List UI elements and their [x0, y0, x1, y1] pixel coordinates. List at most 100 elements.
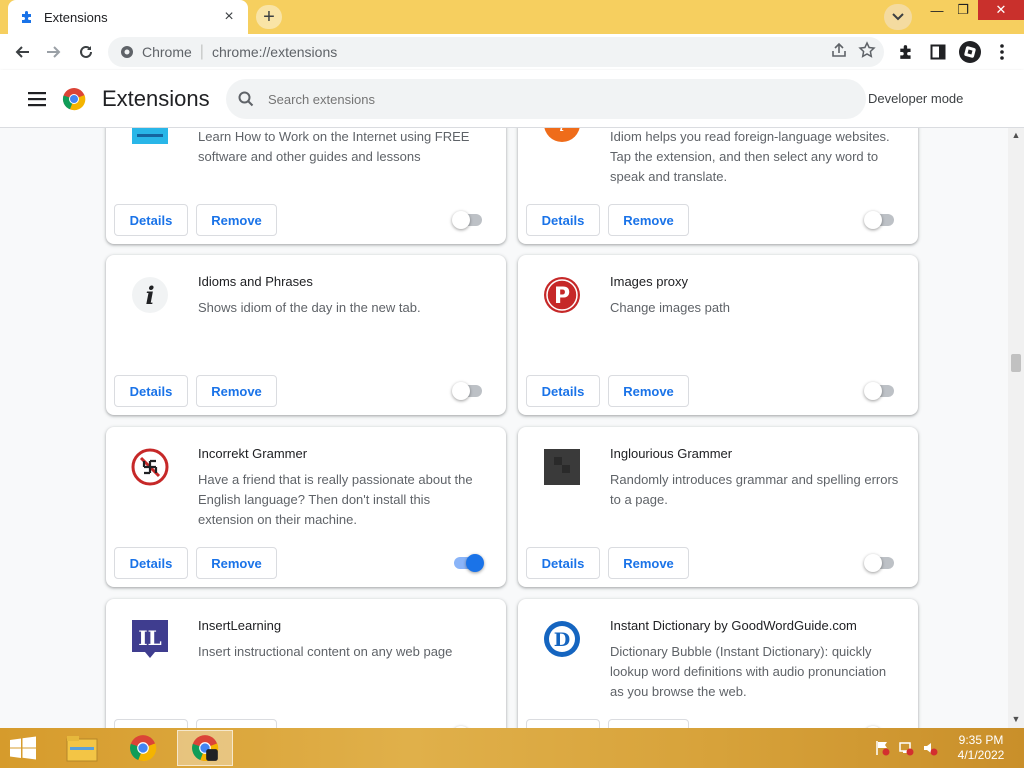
extension-name: Instant Dictionary by GoodWordGuide.com	[610, 618, 857, 633]
details-button[interactable]: Details	[114, 547, 188, 579]
toggle-knob	[452, 382, 470, 400]
kebab-menu-icon	[1000, 44, 1004, 60]
page-title: Extensions	[102, 86, 210, 111]
extension-card: i Idiom helps you read foreign-language …	[518, 128, 918, 244]
extension-description: Insert instructional content on any web …	[198, 644, 453, 659]
remove-button[interactable]: Remove	[196, 719, 277, 728]
chrome-site-icon	[121, 46, 133, 58]
address-bar[interactable]: Chrome | chrome://extensions	[108, 37, 884, 67]
network-icon[interactable]	[898, 740, 914, 756]
share-icon[interactable]	[830, 41, 848, 59]
extension-name: Inglourious Grammer	[610, 446, 733, 461]
chevron-down-icon	[892, 13, 904, 21]
images-proxy-p-icon: P	[542, 275, 582, 315]
windows-start-icon[interactable]	[8, 736, 38, 760]
details-button[interactable]: Details	[526, 375, 600, 407]
extension-name: InsertLearning	[198, 618, 282, 633]
extension-enable-toggle[interactable]	[864, 211, 896, 229]
details-button[interactable]: Details	[114, 375, 188, 407]
extension-card: Inglourious Grammer Randomly introduces …	[518, 427, 918, 587]
search-input[interactable]	[268, 91, 828, 107]
reload-button[interactable]	[74, 40, 98, 64]
volume-muted-icon[interactable]	[922, 740, 938, 756]
browser-menu-button[interactable]	[990, 40, 1014, 64]
extension-enable-toggle[interactable]	[452, 211, 484, 229]
svg-text:D: D	[554, 629, 570, 651]
scrollbar-thumb[interactable]	[1011, 354, 1021, 372]
extension-card: i Idioms and Phrases Shows idiom of the …	[106, 255, 506, 415]
remove-button[interactable]: Remove	[608, 375, 689, 407]
extension-description: Learn How to Work on the Internet using …	[198, 129, 470, 164]
taskbar-file-explorer[interactable]	[54, 730, 110, 766]
arrow-right-icon	[47, 46, 61, 58]
bookmark-star-icon[interactable]	[858, 41, 876, 59]
remove-button[interactable]: Remove	[196, 204, 277, 236]
hamburger-menu-icon[interactable]	[26, 88, 48, 110]
toggle-knob	[466, 554, 484, 572]
scroll-down-arrow[interactable]: ▼	[1011, 714, 1021, 724]
extension-card: Incorrekt Grammer Have a friend that is …	[106, 427, 506, 587]
remove-button[interactable]: Remove	[608, 204, 689, 236]
incorrekt-grammer-icon	[130, 447, 170, 487]
forward-button[interactable]	[42, 40, 66, 64]
tab-extensions[interactable]: Extensions ×	[8, 0, 248, 34]
tab-search-button[interactable]	[884, 4, 912, 30]
remove-button[interactable]: Remove	[196, 375, 277, 407]
details-button[interactable]: Details	[526, 547, 600, 579]
extension-enable-toggle[interactable]	[864, 382, 896, 400]
profile-avatar[interactable]	[958, 40, 982, 64]
tab-close-icon[interactable]: ×	[220, 8, 238, 26]
instant-dictionary-d-icon: D	[542, 619, 582, 659]
extension-enable-toggle[interactable]	[864, 554, 896, 572]
extension-enable-toggle[interactable]	[452, 382, 484, 400]
info-i-icon: i	[130, 275, 170, 315]
extension-card: IL InsertLearning Insert instructional c…	[106, 599, 506, 728]
back-button[interactable]	[10, 40, 34, 64]
toggle-knob	[864, 382, 882, 400]
omnibox-url: chrome://extensions	[211, 44, 338, 60]
extension-description: Shows idiom of the day in the new tab.	[198, 300, 421, 315]
search-extensions-box[interactable]	[226, 79, 866, 119]
idiom-icon: i	[542, 128, 582, 144]
taskbar-chrome[interactable]	[115, 730, 171, 766]
side-panel-button[interactable]	[926, 40, 950, 64]
remove-button[interactable]: Remove	[608, 719, 689, 728]
toggle-knob	[864, 211, 882, 229]
extension-card: D Instant Dictionary by GoodWordGuide.co…	[518, 599, 918, 728]
taskbar-clock[interactable]: 9:35 PM 4/1/2022	[946, 733, 1016, 763]
chrome-profile-icon	[192, 735, 219, 762]
omnibox-separator: |	[199, 43, 204, 60]
details-button[interactable]: Details	[114, 204, 188, 236]
browser-toolbar: Chrome | chrome://extensions	[0, 34, 1024, 70]
svg-text:P: P	[554, 284, 570, 309]
window-close-button[interactable]: ✕	[978, 0, 1024, 20]
insertlearning-il-icon: IL	[130, 619, 170, 659]
remove-button[interactable]: Remove	[608, 547, 689, 579]
extensions-button[interactable]	[894, 40, 918, 64]
window-maximize-button[interactable]: ❐	[950, 0, 976, 20]
developer-mode-label: Developer mode	[868, 91, 964, 106]
page-scrollbar[interactable]: ▲ ▼	[1008, 128, 1024, 728]
details-button[interactable]: Details	[526, 719, 600, 728]
scroll-up-arrow[interactable]: ▲	[1011, 130, 1021, 140]
details-button[interactable]: Details	[114, 719, 188, 728]
remove-button[interactable]: Remove	[196, 547, 277, 579]
extensions-header: Extensions Developer mode	[0, 70, 1024, 215]
new-tab-button[interactable]: +	[256, 5, 282, 29]
extension-description: Have a friend that is really passionate …	[198, 472, 473, 527]
svg-text:i: i	[559, 128, 565, 136]
folder-icon	[66, 736, 98, 762]
extension-card: P Images proxy Change images path Detail…	[518, 255, 918, 415]
search-icon	[238, 91, 254, 107]
avatar-icon	[959, 41, 981, 63]
details-button[interactable]: Details	[526, 204, 600, 236]
extension-description: Randomly introduces grammar and spelling…	[610, 472, 899, 507]
taskbar-chrome-active[interactable]	[177, 730, 233, 766]
svg-text:IL: IL	[138, 626, 161, 650]
inglourious-grammer-icon	[542, 447, 582, 487]
action-center-flag-icon[interactable]	[874, 740, 890, 756]
tab-title: Extensions	[44, 9, 108, 25]
window-minimize-button[interactable]: —	[922, 0, 952, 20]
extension-name: Incorrekt Grammer	[198, 446, 308, 461]
extension-enable-toggle[interactable]	[452, 554, 484, 572]
